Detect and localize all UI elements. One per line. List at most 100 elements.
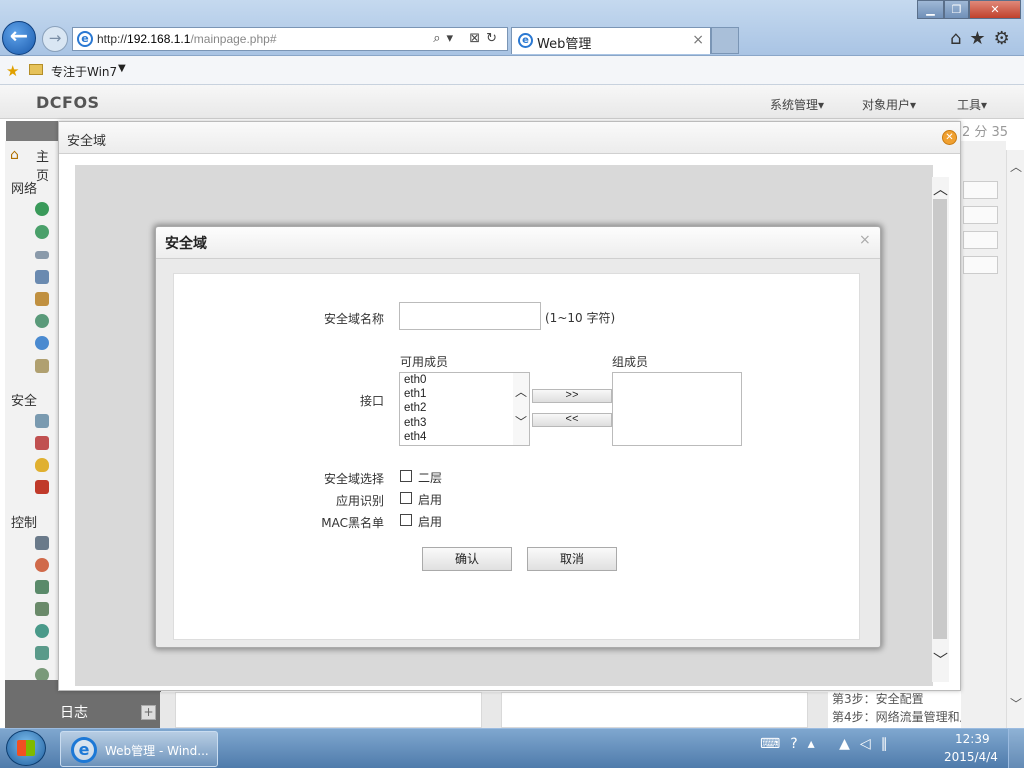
menu-object-users[interactable]: 对象用户▾ [862,96,916,113]
network-ie-icon[interactable] [35,336,49,350]
sidebar-section-control[interactable]: 控制 [11,512,37,531]
interface-label: 接口 [359,394,384,408]
network-interface-icon[interactable] [35,251,49,259]
clock-time[interactable]: 12:39 [955,732,990,746]
content-panel [501,692,808,728]
taskbar-ie-button[interactable]: e Web管理 - Wind... [60,731,218,767]
zone-name-hint: (1~10 字符) [545,311,616,325]
address-tools-icons[interactable]: ⌕▾ ⊠↻ [433,31,503,46]
scroll-up-icon[interactable]: ︿ [1010,158,1022,175]
list-scrollbar[interactable]: ︿ ﹀ [513,373,529,445]
network-globe-icon[interactable] [35,202,49,216]
right-panel-field[interactable] [963,206,998,224]
mac-blacklist-checkbox[interactable] [400,514,412,526]
address-url[interactable]: http://192.168.1.1/mainpage.php# [97,32,277,46]
control-monitor-icon[interactable] [35,536,49,550]
available-members-title: 可用成员 [400,355,449,369]
layer2-checkbox-label: 二层 [418,471,443,485]
sidebar-section-security[interactable]: 安全 [11,390,37,409]
minimize-button[interactable]: ▁ [917,0,944,19]
zone-name-label: 安全域名称 [323,312,384,326]
control-block-icon[interactable] [35,558,49,572]
outer-dialog-scrollbar[interactable]: ︿ ﹀ [932,177,949,682]
close-icon[interactable]: ✕ [942,130,957,145]
network-topology-icon[interactable] [35,292,49,306]
control-building-icon[interactable] [35,602,49,616]
list-item[interactable]: eth4 [404,431,426,443]
scroll-down-icon[interactable]: ﹀ [515,413,527,430]
scroll-down-icon[interactable]: ﹀ [1010,695,1022,712]
show-desktop-button[interactable] [1008,729,1024,768]
sidebar-item-log[interactable]: 日志 [60,702,88,722]
browser-tab[interactable]: e Web管理 × [511,27,711,54]
menu-system-management[interactable]: 系统管理▾ [770,96,824,113]
sidebar-section-network[interactable]: 网络 [11,178,37,197]
app-id-checkbox-label: 启用 [418,493,443,507]
app-header: DCFOS 系统管理▾ 对象用户▾ 工具▾ [0,85,1024,119]
security-chart-icon[interactable] [35,414,49,428]
tab-title: Web管理 [537,37,592,52]
expand-log-icon[interactable]: + [141,705,156,720]
window-controls: ▁ ❐ ✕ [917,0,1022,19]
app-logo: DCFOS [36,93,100,112]
home-icon[interactable]: ⌂ [10,147,19,163]
right-panel-field[interactable] [963,181,998,199]
app-id-checkbox[interactable] [400,492,412,504]
new-tab-button[interactable] [711,27,739,54]
security-bars-icon[interactable] [35,436,49,450]
url-prefix: http:// [97,32,128,46]
list-item[interactable]: eth2 [404,402,426,414]
taskbar-button-label: Web管理 - Wind... [105,744,209,758]
url-host: 192.168.1.1 [127,32,191,46]
available-members-list[interactable]: eth0 eth1 eth2 eth3 eth4 ︿ ﹀ [399,372,530,446]
ie-icon: e [71,737,97,763]
cancel-button[interactable]: 取消 [527,547,617,571]
close-window-button[interactable]: ✕ [969,0,1021,19]
network-settings-icon[interactable] [35,225,49,239]
scroll-track[interactable] [933,199,947,639]
list-item[interactable]: eth3 [404,417,426,429]
address-bar[interactable]: e http://192.168.1.1/mainpage.php# ⌕▾ ⊠↻ [72,27,508,51]
content-panel [175,692,482,728]
page-scrollbar[interactable]: ︿ ﹀ [1006,150,1024,728]
sidebar-header [6,121,62,141]
group-members-list[interactable] [612,372,742,446]
favorites-star-icon[interactable]: ★ [6,62,19,80]
network-user-icon[interactable] [35,359,49,373]
back-button[interactable]: ← [2,21,36,55]
control-filter-icon[interactable] [35,646,49,660]
right-panel-field[interactable] [963,256,998,274]
add-member-button[interactable]: >> [532,389,612,403]
confirm-button[interactable]: 确认 [422,547,512,571]
sidebar-item-home[interactable]: 主页 [36,146,60,184]
right-panel-field[interactable] [963,231,998,249]
menu-tools[interactable]: 工具▾ [957,96,987,113]
list-item[interactable]: eth1 [404,388,426,400]
clock-date[interactable]: 2015/4/4 [944,750,998,764]
app-id-label: 应用识别 [335,494,384,508]
home-favorites-tools-icons[interactable]: ⌂★⚙ [950,28,1018,49]
tab-close-icon[interactable]: × [692,32,704,48]
arp-icon[interactable] [35,480,49,494]
shield-icon[interactable] [35,458,49,472]
chevron-down-icon[interactable]: ▼ [118,63,126,74]
scroll-up-icon[interactable]: ︿ [933,178,948,199]
right-panel [961,141,1006,728]
zone-name-input[interactable] [399,302,541,330]
maximize-button[interactable]: ❐ [944,0,969,19]
scroll-down-icon[interactable]: ﹀ [933,649,948,670]
list-item[interactable]: eth0 [404,374,426,386]
control-chat-icon[interactable] [35,624,49,638]
close-icon[interactable]: × [859,232,871,248]
remove-member-button[interactable]: << [532,413,612,427]
start-button[interactable] [6,730,46,766]
network-routing-icon[interactable] [35,314,49,328]
layer2-checkbox[interactable] [400,470,412,482]
scroll-up-icon[interactable]: ︿ [515,383,527,400]
forward-button[interactable]: → [42,26,68,52]
control-chart-icon[interactable] [35,580,49,594]
network-table-icon[interactable] [35,270,49,284]
system-tray-icons[interactable]: ⌨?▴ ▲◁∥ [760,736,898,752]
modal-title: 安全域 [165,236,207,252]
favorites-item[interactable]: 专注于Win7 [51,63,117,80]
